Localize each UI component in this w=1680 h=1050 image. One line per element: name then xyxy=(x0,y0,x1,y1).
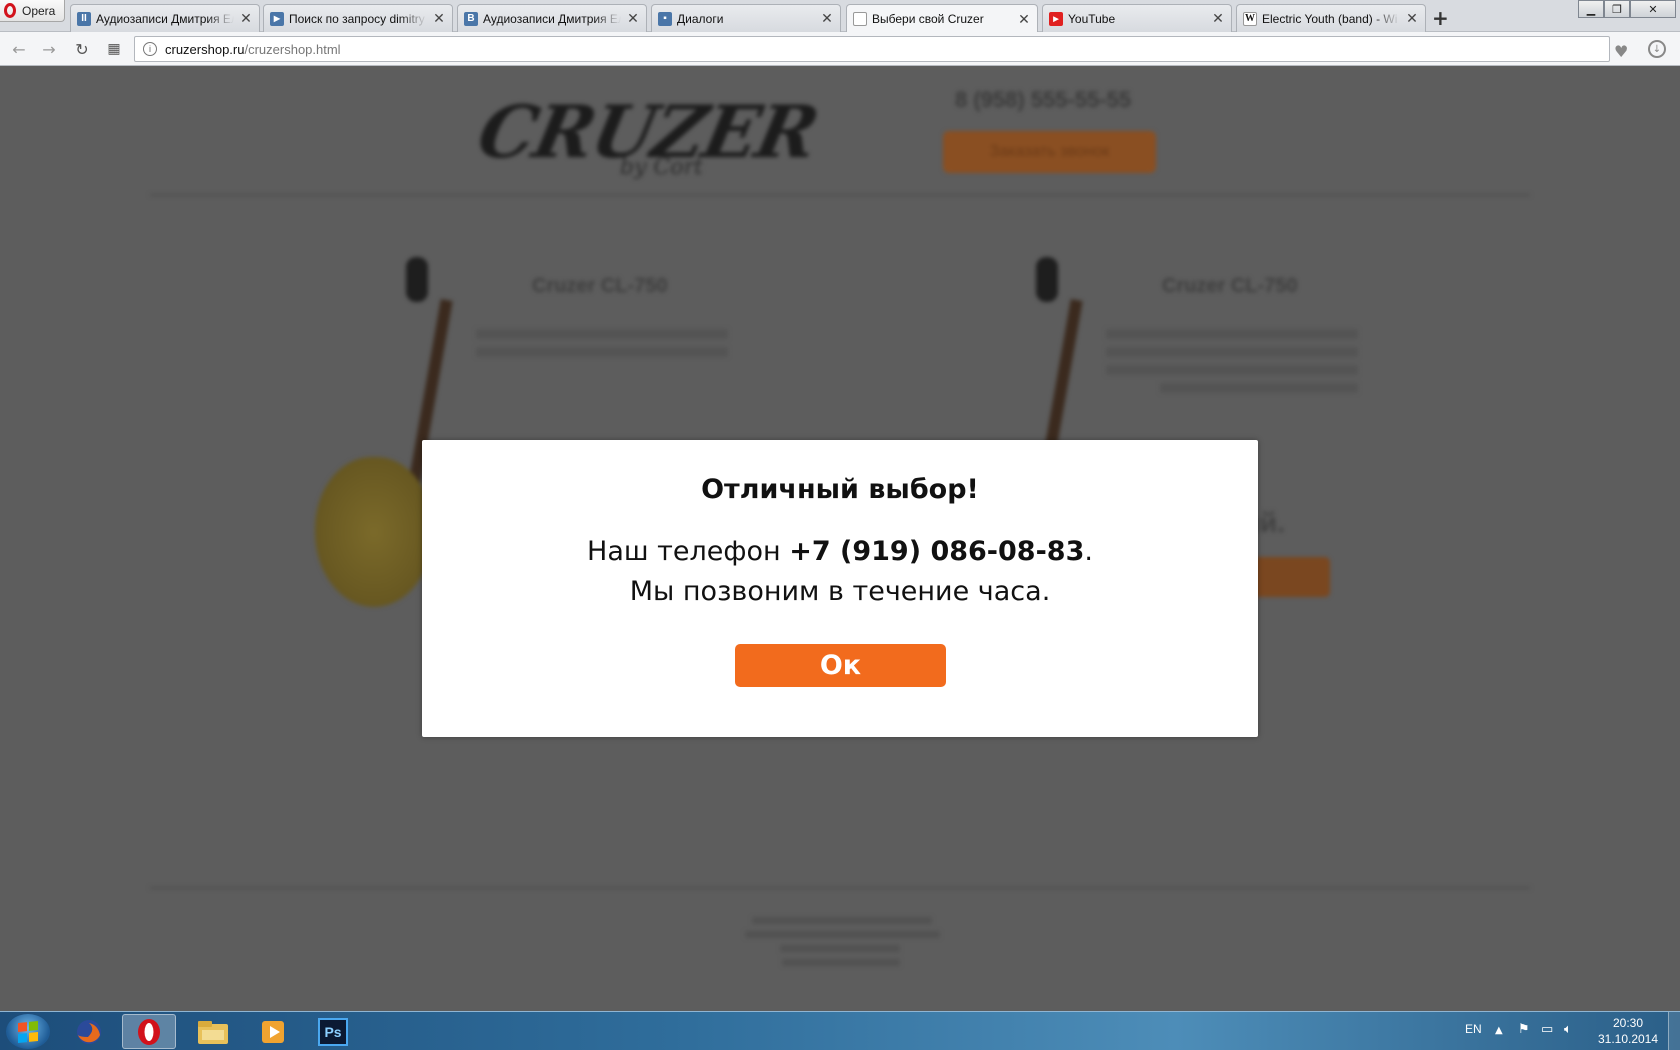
close-tab-icon[interactable]: ✕ xyxy=(239,10,253,27)
minimize-button[interactable]: ▁ xyxy=(1578,0,1604,18)
action-center-icon[interactable]: ⚑ xyxy=(1518,1022,1530,1037)
cruzer-logo-sub: by Cort xyxy=(620,155,703,180)
modal-title: Отличный выбор! xyxy=(701,474,979,505)
show-hidden-icons[interactable]: ▲ xyxy=(1495,1025,1503,1036)
tab-title: Поиск по запросу dimitry xyxy=(289,11,425,26)
site-info-icon[interactable]: i xyxy=(143,42,157,56)
page-viewport: CRUZER by Cort 8 (958) 555-55-55 Заказат… xyxy=(0,67,1680,1011)
tab-search[interactable]: ▶ Поиск по запросу dimitry ✕ xyxy=(263,4,453,32)
modal-phone-number: +7 (919) 086-08-83 xyxy=(789,536,1085,567)
tab-audio-2[interactable]: B Аудиозаписи Дмитрия Ел ✕ xyxy=(457,4,647,32)
tab-title: Диалоги xyxy=(677,11,724,26)
close-tab-icon[interactable]: ✕ xyxy=(626,10,640,27)
tab-title: Аудиозаписи Дмитрия Ел xyxy=(96,11,234,26)
product-text-line xyxy=(476,347,728,357)
tab-cruzer[interactable]: Выбери свой Cruzer ✕ xyxy=(846,4,1038,33)
modal-callback-line: Мы позвоним в течение часа. xyxy=(629,576,1051,607)
forward-button[interactable]: → xyxy=(38,38,60,60)
tab-dialogs[interactable]: ▪ Диалоги ✕ xyxy=(651,4,841,32)
reload-button[interactable]: ↻ xyxy=(71,38,93,60)
product-title-left: Cruzer CL-750 xyxy=(532,275,668,297)
opera-menu-label: Opera xyxy=(22,3,56,18)
header-divider xyxy=(150,194,1530,196)
tab-youtube[interactable]: ▶ YouTube ✕ xyxy=(1042,4,1232,32)
tab-title: Аудиозаписи Дмитрия Ел xyxy=(483,11,621,26)
close-tab-icon[interactable]: ✕ xyxy=(432,10,446,27)
show-desktop-button[interactable] xyxy=(1668,1012,1680,1050)
network-icon[interactable]: ▭ xyxy=(1541,1022,1553,1037)
close-tab-icon[interactable]: ✕ xyxy=(1405,10,1419,27)
url-field[interactable]: i cruzershop.ru/cruzershop.html xyxy=(134,36,1610,62)
modal-phone-prefix: Наш телефон xyxy=(587,536,790,567)
wikipedia-icon: W xyxy=(1243,11,1257,26)
youtube-icon: ▶ xyxy=(1049,11,1063,26)
tab-title: YouTube xyxy=(1068,11,1116,26)
close-tab-icon[interactable]: ✕ xyxy=(820,10,834,27)
footer-text-line xyxy=(745,931,940,938)
heart-icon[interactable]: ♥ xyxy=(1614,42,1628,61)
window-controls: ▁ ❐ ✕ xyxy=(1578,0,1676,18)
close-tab-icon[interactable]: ✕ xyxy=(1017,11,1031,28)
windows-taskbar: Ps EN ▲ ⚑ ▭ 🔈︎ 20:30 31.10.2014 xyxy=(0,1011,1680,1050)
tab-wikipedia[interactable]: W Electric Youth (band) - Wi ✕ xyxy=(1236,4,1426,32)
clock-date: 31.10.2014 xyxy=(1597,1032,1659,1046)
opera-menu-button[interactable]: Opera xyxy=(0,0,65,22)
dialogs-icon: ▪ xyxy=(658,11,672,26)
url-domain: cruzershop.ru xyxy=(165,41,245,57)
back-button[interactable]: ← xyxy=(8,38,30,60)
tab-title: Выбери свой Cruzer xyxy=(872,12,984,26)
language-indicator[interactable]: EN xyxy=(1465,1022,1482,1036)
clock[interactable]: 20:30 31.10.2014 xyxy=(1594,1015,1662,1047)
tab-strip: Opera II Аудиозаписи Дмитрия Ел ✕ ▶ Поис… xyxy=(0,0,1680,33)
restore-button[interactable]: ❐ xyxy=(1604,0,1630,18)
vk-audio-icon: II xyxy=(77,11,91,26)
product-text-line xyxy=(1160,383,1358,393)
media-player-icon[interactable] xyxy=(246,1014,300,1049)
page-icon xyxy=(853,12,867,26)
address-toolbar: ← → ↻ ▦ i cruzershop.ru/cruzershop.html … xyxy=(0,32,1680,66)
site-phone: 8 (958) 555-55-55 xyxy=(955,87,1132,112)
product-text-line xyxy=(1106,365,1358,375)
opera-icon[interactable] xyxy=(122,1014,176,1049)
ok-button[interactable]: Ок xyxy=(735,644,946,687)
footer-text-line xyxy=(752,917,932,924)
product-title-right: Cruzer CL-750 xyxy=(1162,275,1298,297)
volume-icon[interactable]: 🔈︎ xyxy=(1564,1022,1572,1037)
new-tab-button[interactable]: + xyxy=(1432,6,1449,30)
close-tab-icon[interactable]: ✕ xyxy=(1211,10,1225,27)
explorer-icon[interactable] xyxy=(186,1014,240,1049)
modal-phone-suffix: . xyxy=(1084,536,1093,567)
firefox-icon[interactable] xyxy=(62,1014,116,1049)
vk-icon: B xyxy=(464,11,478,26)
product-text-line xyxy=(1106,347,1358,357)
clock-time: 20:30 xyxy=(1612,1016,1644,1030)
product-text-line xyxy=(1106,329,1358,339)
url-path: /cruzershop.html xyxy=(244,41,341,57)
callback-button[interactable]: Заказать звонок xyxy=(943,131,1156,173)
opera-logo-icon xyxy=(4,3,16,18)
tab-audio-1[interactable]: II Аудиозаписи Дмитрия Ел ✕ xyxy=(70,4,260,32)
modal-phone-line: Наш телефон +7 (919) 086-08-83. xyxy=(422,536,1258,567)
photoshop-label: Ps xyxy=(318,1017,348,1046)
product-text-line xyxy=(476,329,728,339)
footer-divider xyxy=(150,887,1530,889)
tab-title: Electric Youth (band) - Wi xyxy=(1262,11,1398,26)
footer-text-line xyxy=(780,945,900,952)
video-icon: ▶ xyxy=(270,11,284,26)
download-icon[interactable]: ↓ xyxy=(1648,40,1666,58)
close-window-button[interactable]: ✕ xyxy=(1630,0,1676,18)
speed-dial-button[interactable]: ▦ xyxy=(103,38,125,60)
photoshop-icon[interactable]: Ps xyxy=(306,1014,360,1049)
footer-text-line xyxy=(782,959,900,966)
confirmation-modal: Отличный выбор! Наш телефон +7 (919) 086… xyxy=(422,440,1258,737)
windows-logo-icon xyxy=(18,1020,38,1043)
start-button[interactable] xyxy=(6,1014,50,1049)
